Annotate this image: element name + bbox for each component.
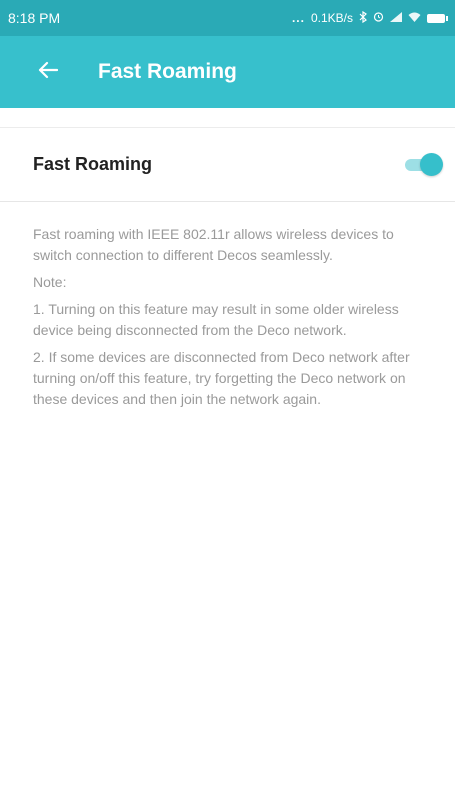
status-bar: 8:18 PM ... 0.1KB/s [0, 0, 455, 36]
note-label: Note: [33, 274, 67, 290]
back-button[interactable] [20, 36, 76, 108]
network-speed: 0.1KB/s [310, 11, 353, 25]
status-time: 8:18 PM [8, 10, 61, 26]
bluetooth-icon [359, 10, 367, 26]
app-bar: Fast Roaming [0, 36, 455, 108]
notification-dots: ... [291, 11, 305, 25]
arrow-left-icon [38, 61, 59, 84]
wifi-icon [408, 11, 421, 25]
fast-roaming-toggle[interactable] [403, 152, 443, 178]
fast-roaming-setting-row: Fast Roaming [0, 128, 455, 202]
page-title: Fast Roaming [98, 60, 237, 83]
status-icons: ... 0.1KB/s [291, 10, 448, 26]
note-item-2: 2. If some devices are disconnected from… [33, 349, 410, 407]
toggle-thumb [420, 152, 443, 176]
fast-roaming-label: Fast Roaming [33, 154, 153, 174]
description-intro: Fast roaming with IEEE 802.11r allows wi… [33, 226, 394, 263]
feature-description: Fast roaming with IEEE 802.11r allows wi… [33, 224, 433, 416]
signal-icon [390, 11, 402, 25]
alarm-icon [373, 11, 384, 25]
battery-icon [427, 13, 448, 23]
note-item-1: 1. Turning on this feature may result in… [33, 301, 399, 338]
